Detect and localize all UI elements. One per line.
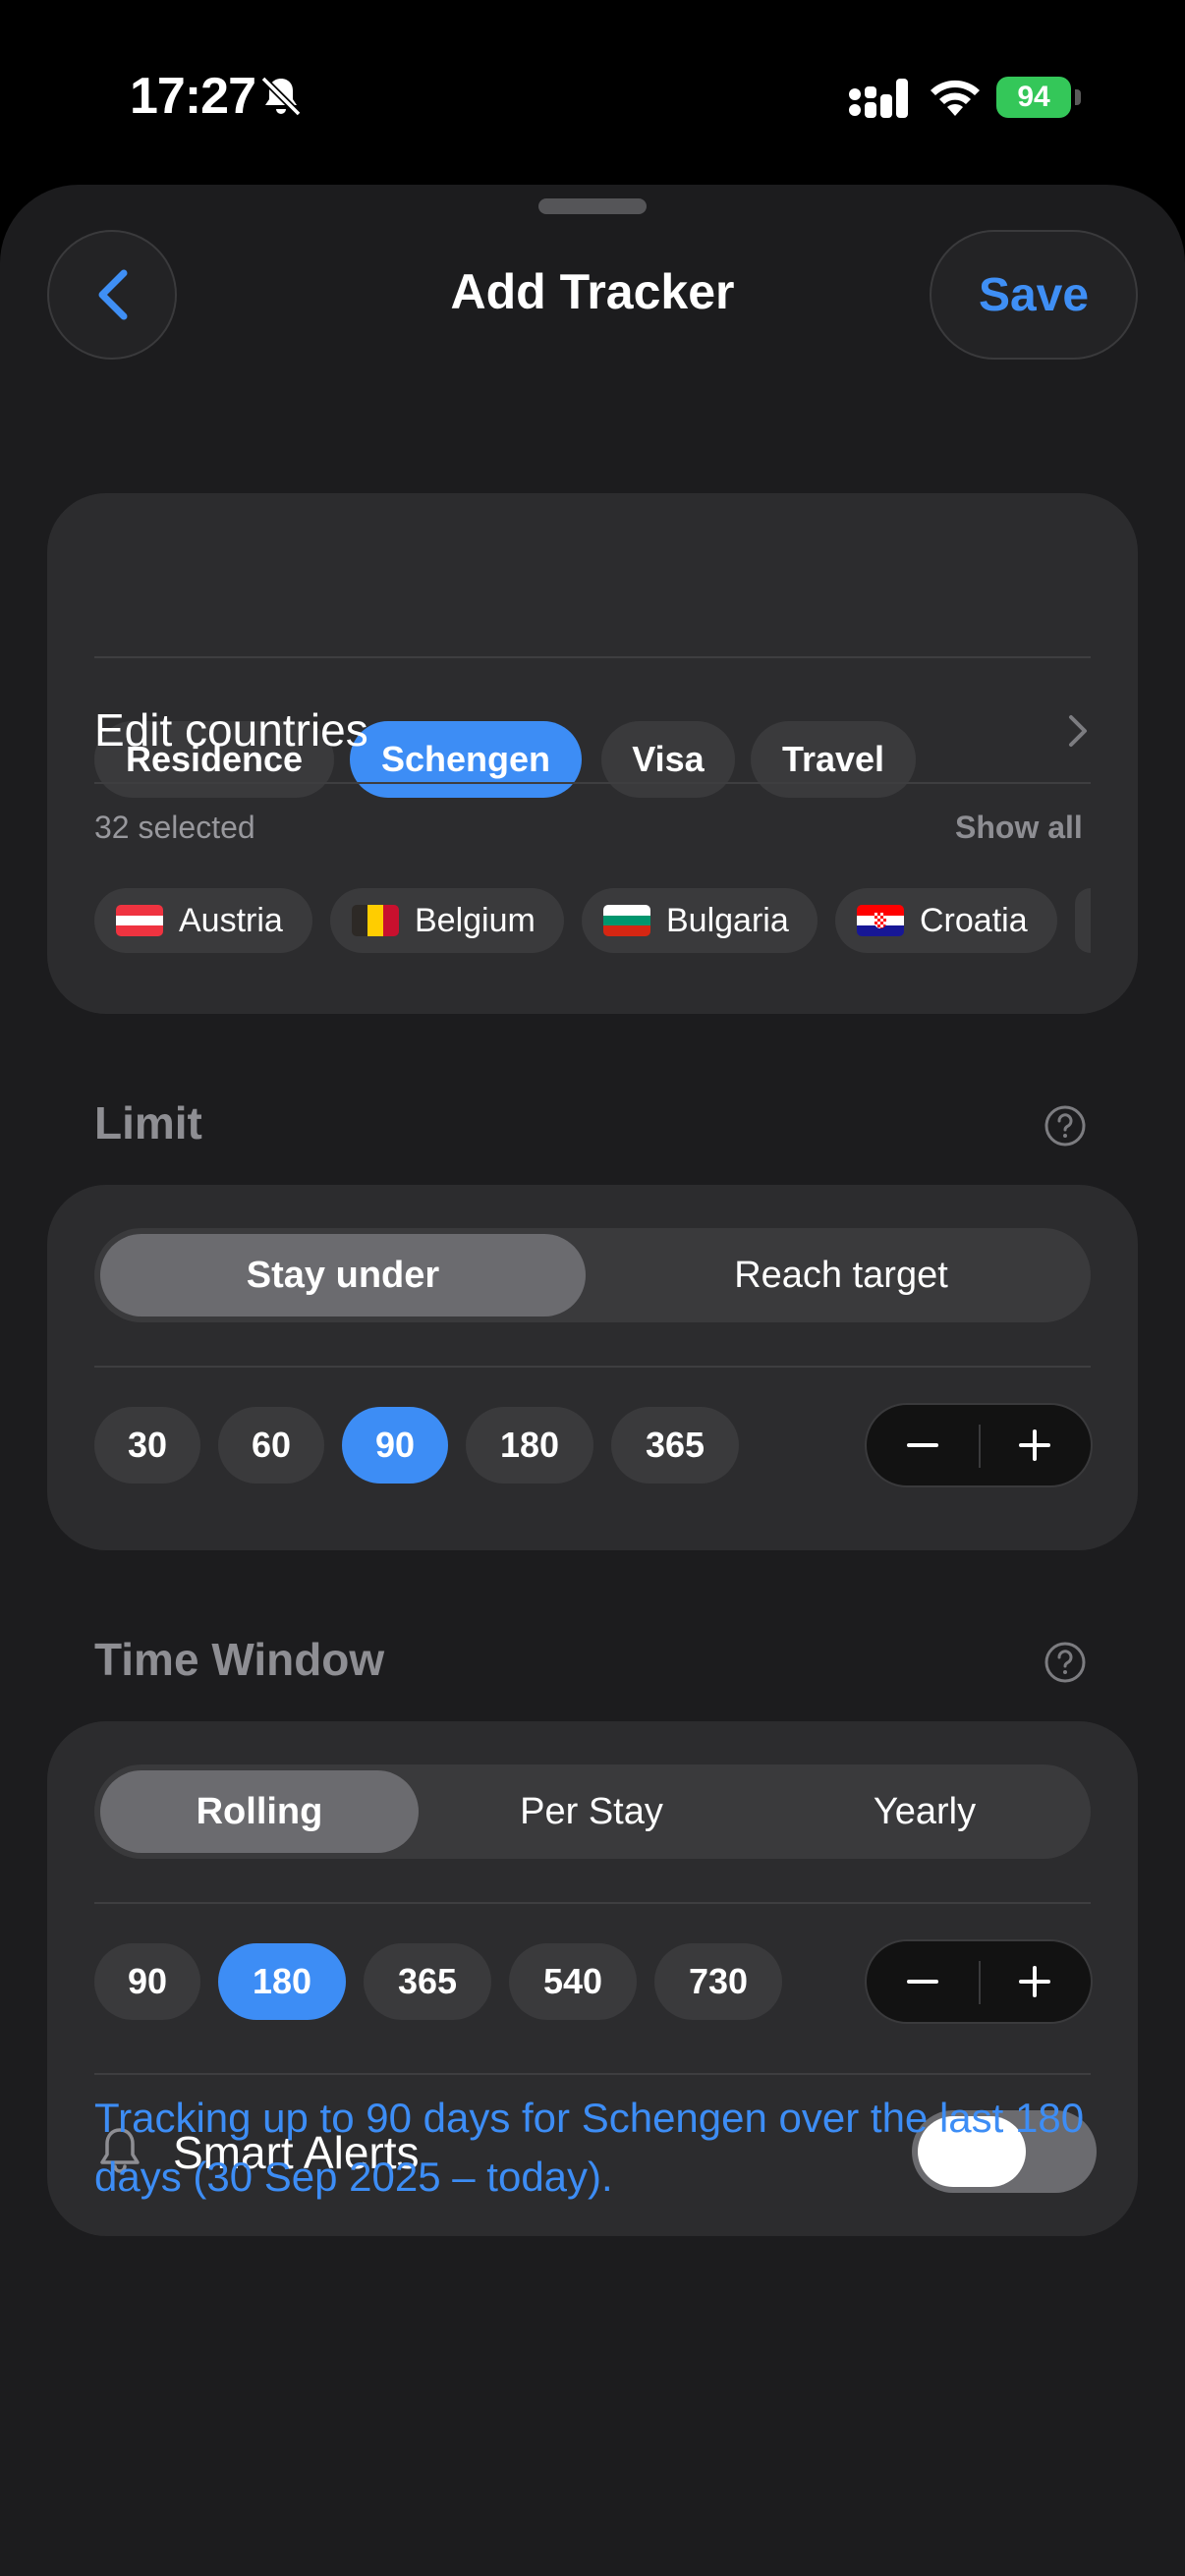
country-chip-austria[interactable]: Austria bbox=[94, 888, 312, 953]
limit-mode-segmented-control: Stay under Reach target bbox=[94, 1228, 1091, 1322]
segment-per-stay[interactable]: Per Stay bbox=[424, 1764, 759, 1859]
back-button[interactable] bbox=[47, 230, 177, 360]
country-chip-belgium[interactable]: Belgium bbox=[330, 888, 564, 953]
status-bar: 17:27 94 bbox=[0, 0, 1185, 187]
plus-icon bbox=[1019, 1966, 1050, 1997]
plus-icon bbox=[1019, 1429, 1050, 1461]
flag-stripe bbox=[116, 925, 163, 936]
segment-yearly[interactable]: Yearly bbox=[759, 1764, 1091, 1859]
divider bbox=[94, 782, 1091, 784]
window-preset-365[interactable]: 365 bbox=[364, 1943, 491, 2020]
window-preset-180[interactable]: 180 bbox=[218, 1943, 346, 2020]
limit-preset-90[interactable]: 90 bbox=[342, 1407, 448, 1484]
window-stepper bbox=[865, 1939, 1093, 2024]
country-name: Croatia bbox=[920, 901, 1028, 939]
flag-stripe bbox=[603, 905, 650, 916]
flag-stripe bbox=[116, 905, 163, 916]
tracker-summary: Tracking up to 90 days for Schengen over… bbox=[94, 2095, 1085, 2200]
divider bbox=[94, 656, 1091, 658]
flag-stripe bbox=[603, 915, 650, 926]
time-window-segmented-control: Rolling Per Stay Yearly bbox=[94, 1764, 1091, 1859]
segment-stay-under[interactable]: Stay under bbox=[94, 1228, 592, 1322]
country-chip-overflow[interactable] bbox=[1075, 888, 1091, 953]
decrement-button[interactable] bbox=[867, 1405, 979, 1485]
country-name: Bulgaria bbox=[666, 901, 789, 939]
question-mark-circle-icon[interactable] bbox=[1044, 1641, 1087, 1684]
minus-icon bbox=[907, 1980, 938, 1984]
limit-preset-60[interactable]: 60 bbox=[218, 1407, 324, 1484]
cellular-signal-icon bbox=[849, 79, 908, 118]
increment-button[interactable] bbox=[979, 1405, 1091, 1485]
flag-stripe bbox=[367, 905, 383, 936]
window-preset-730[interactable]: 730 bbox=[654, 1943, 782, 2020]
sheet-grabber[interactable] bbox=[538, 198, 647, 214]
limit-card: Stay under Reach target 30 60 90 180 365 bbox=[47, 1185, 1138, 1550]
minus-icon bbox=[907, 1443, 938, 1447]
increment-button[interactable] bbox=[979, 1941, 1091, 2022]
flag-stripe bbox=[603, 925, 650, 936]
divider bbox=[94, 2073, 1091, 2075]
limit-preset-365[interactable]: 365 bbox=[611, 1407, 739, 1484]
chevron-left-icon bbox=[98, 269, 128, 320]
tracker-type-travel[interactable]: Travel bbox=[751, 721, 916, 798]
wifi-icon bbox=[931, 80, 980, 116]
status-time: 17:27 bbox=[130, 68, 256, 125]
limit-preset-180[interactable]: 180 bbox=[466, 1407, 593, 1484]
austria-flag-icon bbox=[116, 905, 163, 936]
divider bbox=[94, 1366, 1091, 1368]
country-name: Belgium bbox=[415, 901, 536, 939]
country-chip-croatia[interactable]: Croatia bbox=[835, 888, 1057, 953]
segment-reach-target[interactable]: Reach target bbox=[592, 1228, 1091, 1322]
question-mark-circle-icon[interactable] bbox=[1044, 1104, 1087, 1148]
croatia-flag-icon bbox=[857, 905, 904, 936]
tracker-type-visa[interactable]: Visa bbox=[601, 721, 735, 798]
bell-slash-icon bbox=[260, 76, 302, 117]
battery-level: 94 bbox=[996, 77, 1071, 118]
segment-rolling[interactable]: Rolling bbox=[94, 1764, 424, 1859]
decrement-button[interactable] bbox=[867, 1941, 979, 2022]
country-chip-bulgaria[interactable]: Bulgaria bbox=[582, 888, 818, 953]
bulgaria-flag-icon bbox=[603, 905, 650, 936]
edit-countries-row[interactable]: Edit countries bbox=[94, 703, 368, 756]
flag-stripe bbox=[116, 915, 163, 926]
belgium-flag-icon bbox=[352, 905, 399, 936]
show-all-link[interactable]: Show all bbox=[955, 810, 1083, 846]
limit-section-title: Limit bbox=[94, 1097, 202, 1148]
page-title: Add Tracker bbox=[450, 264, 735, 319]
country-name: Austria bbox=[179, 901, 283, 939]
battery-indicator: 94 bbox=[996, 77, 1081, 118]
window-preset-90[interactable]: 90 bbox=[94, 1943, 200, 2020]
croatia-coat-of-arms-icon bbox=[875, 913, 886, 928]
window-preset-540[interactable]: 540 bbox=[509, 1943, 637, 2020]
limit-preset-30[interactable]: 30 bbox=[94, 1407, 200, 1484]
save-button[interactable]: Save bbox=[930, 230, 1138, 360]
chevron-right-icon[interactable] bbox=[1063, 711, 1093, 751]
time-window-section-title: Time Window bbox=[94, 1634, 385, 1685]
add-tracker-sheet: Add Tracker Save Residence Schengen Visa… bbox=[0, 185, 1185, 2576]
selected-count: 32 selected bbox=[94, 810, 255, 845]
flag-stripe bbox=[383, 905, 399, 936]
limit-stepper bbox=[865, 1403, 1093, 1487]
tracker-type-schengen[interactable]: Schengen bbox=[350, 721, 582, 798]
flag-stripe bbox=[352, 905, 367, 936]
battery-tip bbox=[1075, 89, 1081, 105]
divider bbox=[94, 1902, 1091, 1904]
